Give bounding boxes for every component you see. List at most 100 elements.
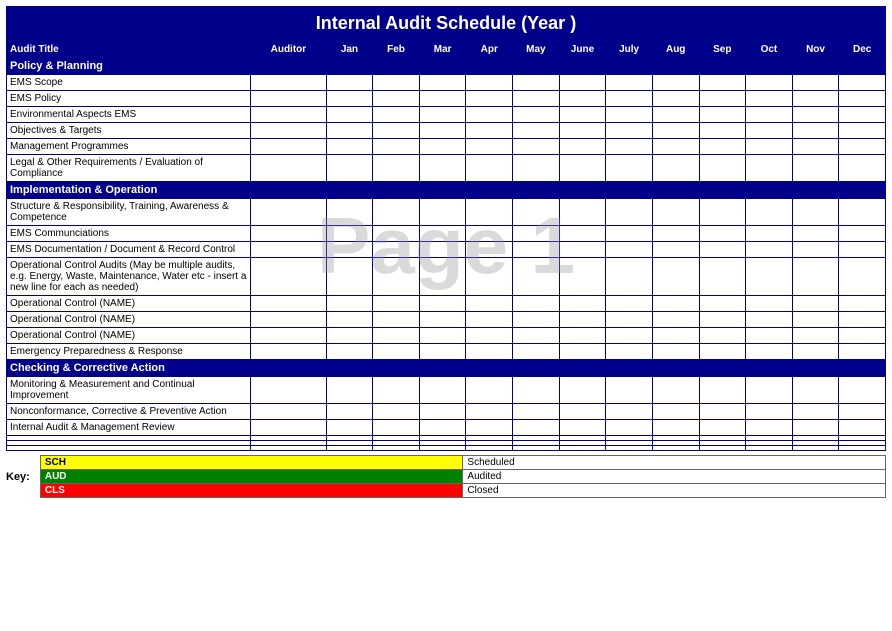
month-cell xyxy=(606,91,653,107)
month-cell xyxy=(699,242,746,258)
month-cell xyxy=(606,139,653,155)
key-area: Key: SCH Scheduled AUD Audited CLS Close… xyxy=(6,451,886,502)
month-cell xyxy=(792,344,839,360)
month-cell xyxy=(652,107,699,123)
month-cell xyxy=(326,155,373,182)
month-cell xyxy=(419,242,466,258)
month-cell xyxy=(652,91,699,107)
month-cell xyxy=(839,404,886,420)
month-cell xyxy=(699,258,746,296)
month-cell xyxy=(559,420,606,436)
month-cell xyxy=(792,91,839,107)
col-header-aug: Aug xyxy=(652,42,699,58)
month-cell xyxy=(373,139,420,155)
table-row: Operational Control (NAME) xyxy=(7,312,886,328)
month-cell xyxy=(373,258,420,296)
month-cell xyxy=(606,404,653,420)
table-row: Operational Control Audits (May be multi… xyxy=(7,258,886,296)
month-cell xyxy=(606,199,653,226)
col-header-mar: Mar xyxy=(419,42,466,58)
month-cell xyxy=(606,75,653,91)
month-cell xyxy=(652,258,699,296)
month-cell xyxy=(792,404,839,420)
row-auditor xyxy=(251,242,326,258)
month-cell xyxy=(606,123,653,139)
row-auditor xyxy=(251,258,326,296)
month-cell xyxy=(559,296,606,312)
month-cell xyxy=(652,226,699,242)
month-cell xyxy=(792,446,839,451)
month-cell xyxy=(839,312,886,328)
table-row: Legal & Other Requirements / Evaluation … xyxy=(7,155,886,182)
month-cell xyxy=(606,446,653,451)
month-cell xyxy=(466,446,513,451)
month-cell xyxy=(839,446,886,451)
month-cell xyxy=(373,446,420,451)
row-title: Internal Audit & Management Review xyxy=(7,420,251,436)
table-row: EMS Documentation / Document & Record Co… xyxy=(7,242,886,258)
col-header-sep: Sep xyxy=(699,42,746,58)
month-cell xyxy=(606,242,653,258)
row-title: Emergency Preparedness & Response xyxy=(7,344,251,360)
table-row xyxy=(7,446,886,451)
table-row: Structure & Responsibility, Training, Aw… xyxy=(7,199,886,226)
row-title xyxy=(7,446,251,451)
month-cell xyxy=(373,155,420,182)
month-cell xyxy=(373,296,420,312)
month-cell xyxy=(419,344,466,360)
month-cell xyxy=(466,91,513,107)
month-cell xyxy=(559,242,606,258)
month-cell xyxy=(652,139,699,155)
table-row: EMS Policy xyxy=(7,91,886,107)
month-cell xyxy=(792,123,839,139)
month-cell xyxy=(652,377,699,404)
month-cell xyxy=(746,155,793,182)
month-cell xyxy=(373,123,420,139)
month-cell xyxy=(419,420,466,436)
month-cell xyxy=(652,155,699,182)
row-auditor xyxy=(251,123,326,139)
month-cell xyxy=(792,75,839,91)
row-title: Legal & Other Requirements / Evaluation … xyxy=(7,155,251,182)
table-row: EMS Scope xyxy=(7,75,886,91)
month-cell xyxy=(466,344,513,360)
row-auditor xyxy=(251,404,326,420)
table-row: Environmental Aspects EMS xyxy=(7,107,886,123)
row-title: EMS Policy xyxy=(7,91,251,107)
month-cell xyxy=(699,226,746,242)
month-cell xyxy=(326,107,373,123)
row-title: Operational Control (NAME) xyxy=(7,328,251,344)
month-cell xyxy=(699,344,746,360)
row-title: Objectives & Targets xyxy=(7,123,251,139)
month-cell xyxy=(326,75,373,91)
table-row: Emergency Preparedness & Response xyxy=(7,344,886,360)
row-auditor xyxy=(251,107,326,123)
month-cell xyxy=(326,420,373,436)
month-cell xyxy=(652,199,699,226)
audit-schedule-table: Audit Title Auditor Jan Feb Mar Apr May … xyxy=(6,41,886,451)
month-cell xyxy=(606,258,653,296)
month-cell xyxy=(419,139,466,155)
month-cell xyxy=(326,139,373,155)
month-cell xyxy=(559,91,606,107)
month-cell xyxy=(559,344,606,360)
key-sch-label: Scheduled xyxy=(463,456,886,470)
key-label: Key: xyxy=(6,471,30,483)
month-cell xyxy=(746,446,793,451)
month-cell xyxy=(839,242,886,258)
month-cell xyxy=(326,296,373,312)
key-sch-code: SCH xyxy=(40,456,463,470)
month-cell xyxy=(839,296,886,312)
month-cell xyxy=(839,123,886,139)
col-header-feb: Feb xyxy=(373,42,420,58)
month-cell xyxy=(699,139,746,155)
month-cell xyxy=(699,155,746,182)
row-title: Operational Control (NAME) xyxy=(7,312,251,328)
month-cell xyxy=(466,107,513,123)
row-title: Monitoring & Measurement and Continual I… xyxy=(7,377,251,404)
month-cell xyxy=(652,420,699,436)
month-cell xyxy=(699,107,746,123)
month-cell xyxy=(559,139,606,155)
row-auditor xyxy=(251,75,326,91)
month-cell xyxy=(746,312,793,328)
